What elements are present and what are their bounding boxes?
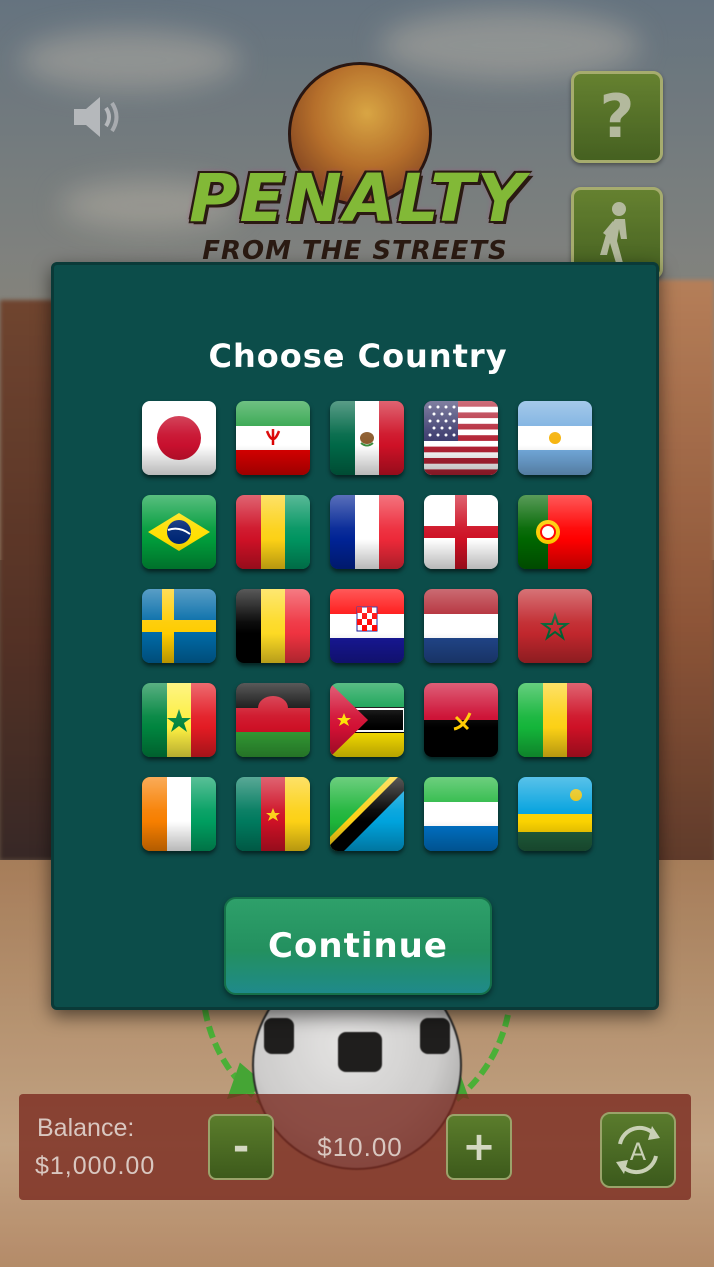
flag-netherlands[interactable] [424,589,498,663]
flag-japan[interactable] [142,401,216,475]
flag-mexico[interactable] [330,401,404,475]
flag-sierra-leone[interactable] [424,777,498,851]
flag-guinea[interactable] [236,495,310,569]
flag-mali[interactable] [518,683,592,757]
balance-value: $1,000.00 [35,1152,156,1180]
flag-rwanda[interactable] [518,777,592,851]
flag-angola[interactable] [424,683,498,757]
flag-mozambique[interactable] [330,683,404,757]
plus-icon: + [462,1124,496,1170]
flag-iran[interactable] [236,401,310,475]
minus-icon: - [232,1124,250,1170]
autoplay-button[interactable]: A [600,1112,676,1188]
increase-bet-button[interactable]: + [446,1114,512,1180]
svg-text:A: A [630,1138,647,1166]
dialog-title: Choose Country [208,337,508,375]
flag-brazil[interactable] [142,495,216,569]
flag-cameroon[interactable] [236,777,310,851]
flag-morocco[interactable] [518,589,592,663]
flag-croatia[interactable] [330,589,404,663]
bet-control-bar: Balance: $1,000.00 - $10.00 + A [19,1094,691,1200]
continue-button[interactable]: Continue [224,897,492,995]
flag-tanzania[interactable] [330,777,404,851]
flag-ivory-coast[interactable] [142,777,216,851]
country-flag-grid [142,401,596,853]
decrease-bet-button[interactable]: - [208,1114,274,1180]
flag-belgium[interactable] [236,589,310,663]
flag-usa[interactable] [424,401,498,475]
flag-senegal[interactable] [142,683,216,757]
flag-malawi[interactable] [236,683,310,757]
flag-argentina[interactable] [518,401,592,475]
flag-england[interactable] [424,495,498,569]
flag-portugal[interactable] [518,495,592,569]
balance-label: Balance: [37,1114,135,1142]
flag-sweden[interactable] [142,589,216,663]
choose-country-dialog: Choose Country Continue [51,262,659,1010]
autoplay-icon: A [616,1125,660,1175]
bet-amount: $10.00 [317,1132,403,1162]
flag-france[interactable] [330,495,404,569]
